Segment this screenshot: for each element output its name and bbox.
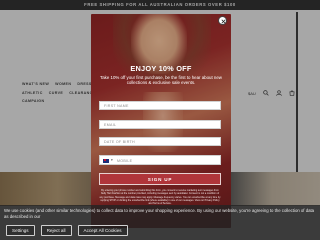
mobile-field[interactable]: ▾ MOBILE [99,155,221,165]
signup-button[interactable]: SIGN UP [99,173,221,185]
australia-flag-icon[interactable] [103,158,109,163]
first-name-field[interactable]: FIRST NAME [99,101,221,110]
popup-legal-text: By entering your phone number and submit… [99,189,221,206]
cookie-banner-text: We use cookies (and other similar techno… [4,208,315,219]
cookie-accept-all-button[interactable]: Accept All Cookies [77,225,128,236]
cookie-buttons: Settings Reject all Accept All Cookies [6,225,128,236]
cookie-settings-button[interactable]: Settings [6,225,35,236]
popup-subtitle: Take 10% off your first purchase, be the… [100,75,222,86]
close-icon[interactable] [218,16,227,25]
mobile-placeholder: MOBILE [117,159,133,163]
cookie-reject-all-button[interactable]: Reject all [40,225,72,236]
email-field[interactable]: EMAIL [99,120,221,129]
chevron-down-icon[interactable]: ▾ [111,158,113,162]
popup-title: ENJOY 10% OFF [130,64,192,73]
date-of-birth-field[interactable]: DATE OF BIRTH [99,137,221,146]
